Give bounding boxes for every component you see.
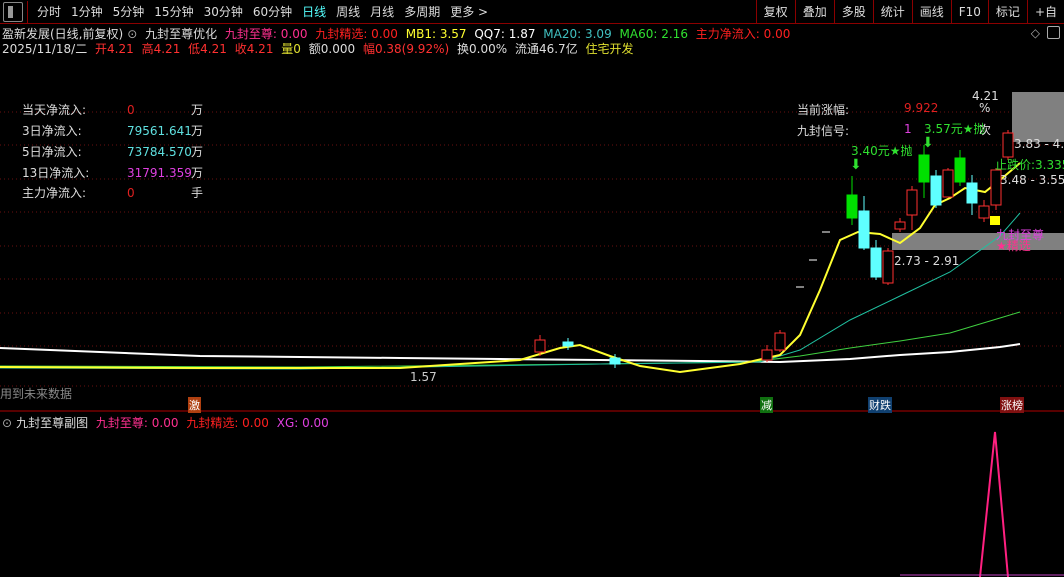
candle <box>978 205 990 219</box>
candle <box>894 221 906 230</box>
candle <box>609 357 621 365</box>
candle <box>534 339 546 353</box>
candle <box>882 250 894 284</box>
kline-chart[interactable] <box>0 0 1064 577</box>
sub-title[interactable]: 九封至尊副图 <box>16 416 88 430</box>
candle <box>774 332 786 351</box>
jx-signal-label: ★精选 <box>996 239 1031 253</box>
current-change-label: 当前涨幅: <box>797 103 850 117</box>
flow-row-3d: 3日净流入: 79561.641万 <box>22 124 204 138</box>
sub-dropdown-icon[interactable]: ⊙ <box>2 416 12 430</box>
flow-row-today: 当天净流入: 0 万 <box>22 103 204 117</box>
sub-indicator-header: ⊙ 九封至尊副图 九封至尊: 0.00 九封精选: 0.00 XG: 0.00 <box>2 414 333 431</box>
flow-row-5d: 5日净流入: 73784.570万 <box>22 145 204 159</box>
event-tag[interactable]: 涨榜 <box>1000 397 1024 413</box>
zone-label-3: 2.73 - 2.91 <box>894 254 960 268</box>
candle <box>562 341 574 347</box>
current-change-value: 9.922 <box>904 101 939 115</box>
signal-label: 九封信号: <box>797 124 850 138</box>
event-tag[interactable]: 减 <box>760 397 773 413</box>
candle <box>761 349 773 361</box>
candle <box>918 154 930 183</box>
ma-white-line <box>0 343 1021 364</box>
sell-signal-2-suffix: 次 <box>979 123 992 137</box>
sub-signal-line <box>979 431 1009 577</box>
signal-value: 1 <box>904 122 912 136</box>
high-price-label: 4.21 <box>972 89 999 103</box>
stop-price-label: 止跌价:3.335 <box>995 158 1064 172</box>
candle <box>966 182 978 204</box>
zone-box-top <box>1012 92 1064 142</box>
down-arrow-icon: ⬇ <box>850 157 862 173</box>
low-price-label: 1.57 <box>410 370 437 384</box>
candle <box>870 247 882 278</box>
candle <box>1002 132 1014 158</box>
sub-xg: XG: 0.00 <box>276 416 329 430</box>
sub-jfjx: 九封精选: 0.00 <box>186 416 269 430</box>
sub-jfzz: 九封至尊: 0.00 <box>95 416 179 430</box>
current-change-unit: % <box>979 101 991 115</box>
signal-marker <box>990 216 1000 225</box>
future-data-warning: 用到未来数据 <box>0 387 73 401</box>
candle <box>954 157 966 183</box>
flow-row-13d: 13日净流入: 31791.359万 <box>22 166 204 180</box>
event-tag[interactable]: 激 <box>188 397 201 413</box>
flow-row-main: 主力净流入: 0 手 <box>22 186 204 200</box>
candle <box>906 189 918 216</box>
event-tag[interactable]: 财跌 <box>868 397 892 413</box>
zone-label-2: 3.48 - 3.55 <box>1000 173 1064 187</box>
candle <box>858 210 870 249</box>
candle <box>930 175 942 206</box>
zone-label-1: 3.83 - 4.2 <box>1014 137 1064 151</box>
down-arrow-icon: ⬇ <box>922 135 934 151</box>
candle <box>846 194 858 219</box>
candle <box>942 169 954 198</box>
